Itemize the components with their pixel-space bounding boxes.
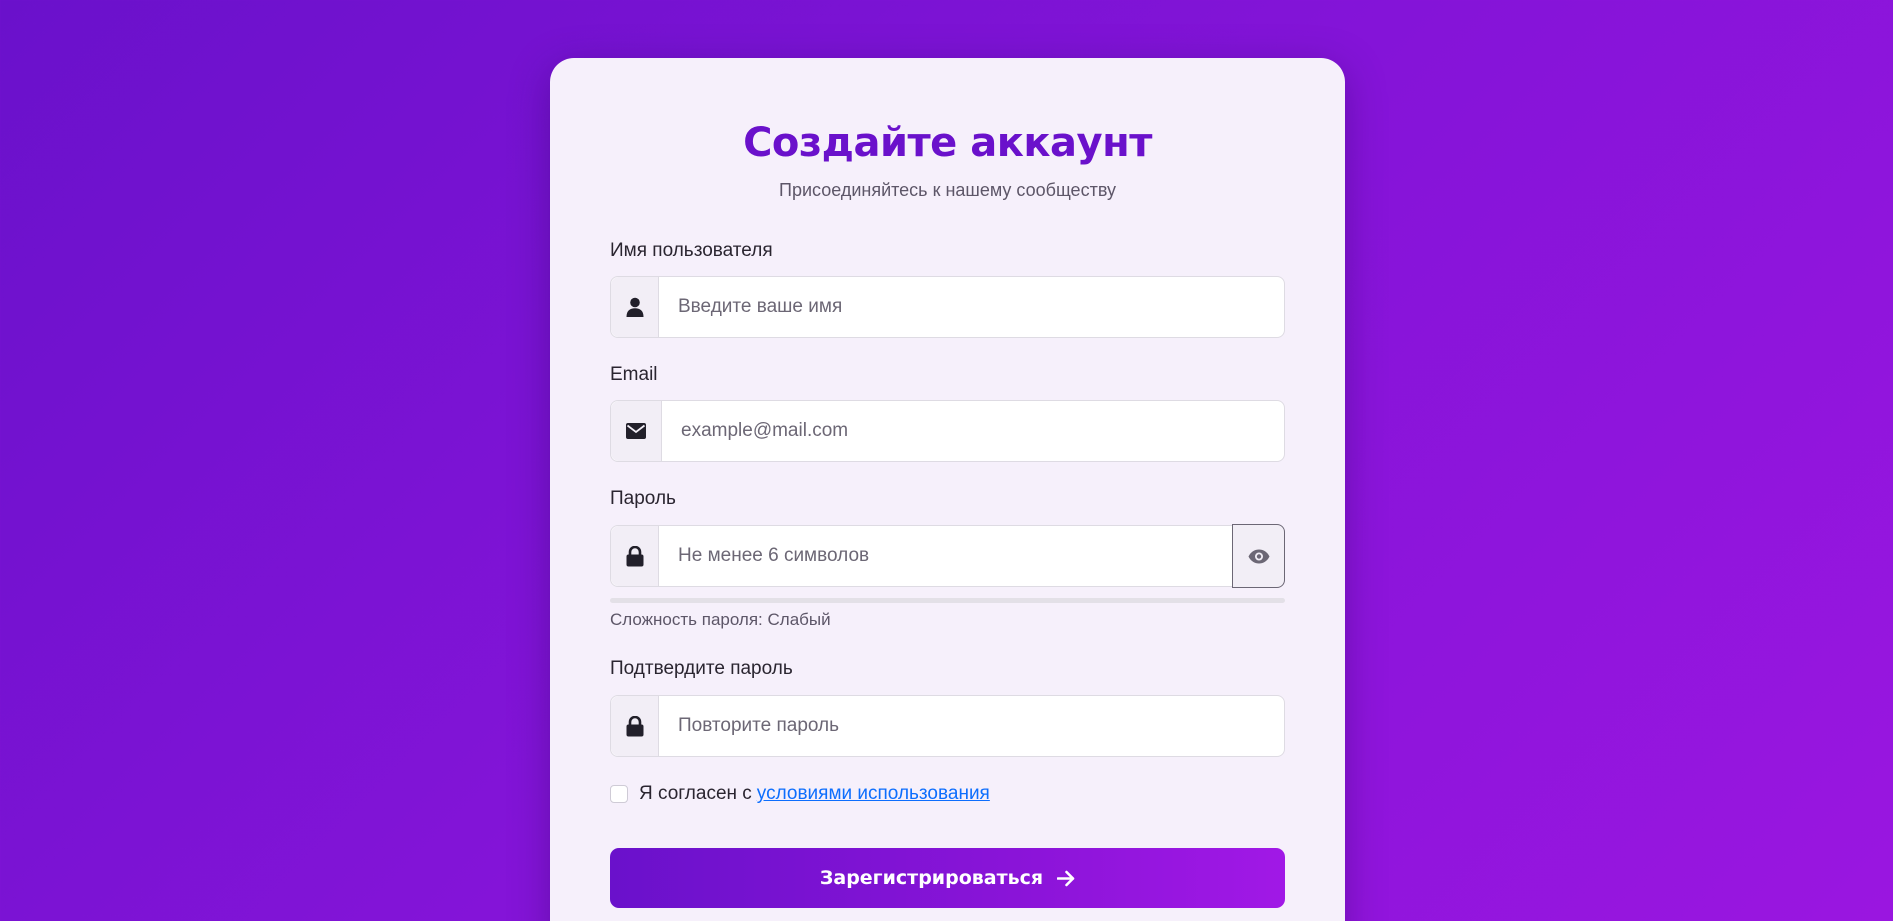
password-input-group: [610, 524, 1285, 588]
terms-link[interactable]: условиями использования: [757, 783, 990, 805]
user-icon: [626, 297, 643, 317]
form-subtitle: Присоединяйтесь к нашему сообществу: [779, 180, 1116, 200]
confirm-password-input[interactable]: [659, 696, 1284, 756]
username-input-group: [610, 276, 1285, 338]
username-label: Имя пользователя: [610, 240, 773, 261]
username-input[interactable]: [659, 277, 1284, 337]
password-input[interactable]: [659, 526, 1232, 586]
terms-text: Я согласен с: [639, 783, 752, 804]
lock-icon: [626, 715, 643, 736]
password-visibility-toggle[interactable]: [1232, 524, 1285, 588]
lock-icon: [626, 545, 643, 566]
email-input[interactable]: [662, 401, 1284, 461]
password-strength-text: Сложность пароля: Слабый: [610, 610, 831, 629]
form-title: Создайте аккаунт: [743, 120, 1152, 166]
confirm-password-addon: [611, 696, 659, 756]
registration-card: Создайте аккаунт Присоединяйтесь к нашем…: [550, 58, 1345, 921]
username-addon: [611, 277, 659, 337]
arrow-right-icon: [1057, 870, 1075, 886]
register-button[interactable]: Зарегистрироваться: [610, 848, 1285, 908]
email-label: Email: [610, 364, 658, 385]
password-addon: [611, 526, 659, 586]
password-strength-bar: [610, 598, 1285, 603]
email-input-group: [610, 400, 1285, 462]
envelope-icon: [626, 423, 646, 439]
password-label: Пароль: [610, 488, 676, 509]
confirm-password-input-group: [610, 695, 1285, 757]
terms-row: Я согласен с условиями использования: [610, 783, 990, 805]
register-button-label: Зарегистрироваться: [819, 867, 1044, 889]
eye-icon: [1248, 549, 1269, 563]
email-addon: [611, 401, 662, 461]
terms-checkbox[interactable]: [610, 785, 628, 803]
confirm-password-label: Подтвердите пароль: [610, 658, 793, 679]
